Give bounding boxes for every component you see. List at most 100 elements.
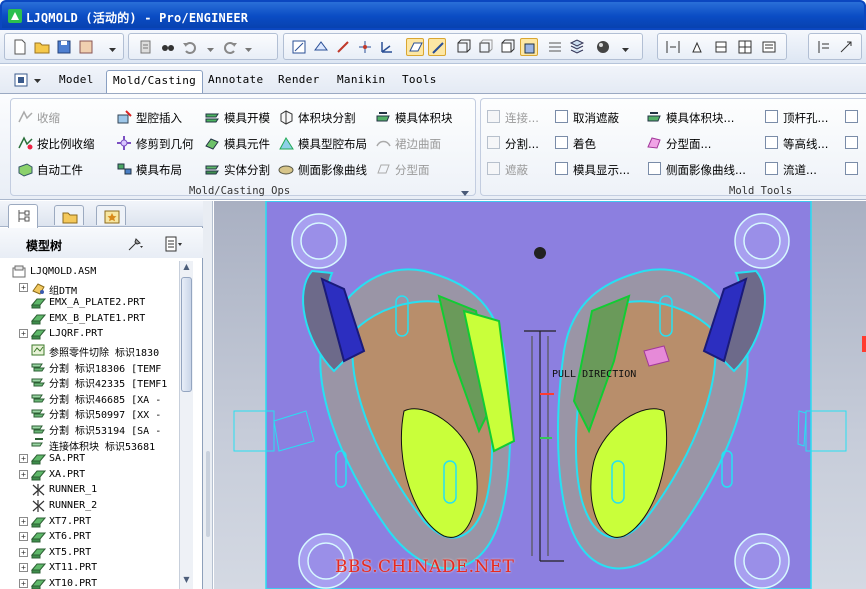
- save-icon[interactable]: [55, 38, 73, 56]
- panel-splitter[interactable]: [203, 201, 213, 589]
- mold-model-view[interactable]: [214, 201, 866, 589]
- tree-expand-icon[interactable]: +: [19, 563, 28, 573]
- tree-item[interactable]: 参照零件切除 标识1830: [0, 342, 178, 359]
- plane-display-icon[interactable]: [406, 38, 424, 56]
- no-hidden-icon[interactable]: [498, 38, 516, 56]
- runner-tool-icon: [765, 162, 778, 175]
- find-icon[interactable]: [159, 38, 177, 56]
- tree-columns-icon[interactable]: [164, 235, 182, 253]
- tab-manikin[interactable]: Manikin: [337, 73, 385, 86]
- layers-icon[interactable]: [568, 38, 586, 56]
- open-icon[interactable]: [33, 38, 51, 56]
- zoom-out-icon[interactable]: [712, 38, 730, 56]
- regenerate-icon[interactable]: [137, 38, 155, 56]
- appearance-dropdown-icon[interactable]: [622, 43, 629, 52]
- cut-feature-icon: [31, 343, 46, 357]
- zoom-in-icon[interactable]: [688, 38, 706, 56]
- point-icon[interactable]: [356, 38, 374, 56]
- graphics-viewport[interactable]: PULL DIRECTION BBS.CHINADE.NET: [214, 201, 866, 589]
- tree-item[interactable]: + SA.PRT: [0, 451, 178, 467]
- sketch-icon[interactable]: [290, 38, 308, 56]
- saved-views-icon[interactable]: [760, 38, 778, 56]
- new-icon[interactable]: [11, 38, 29, 56]
- axis-display-icon[interactable]: [428, 38, 446, 56]
- favorites-tab[interactable]: [96, 205, 126, 225]
- watermark-text: BBS.CHINADE.NET: [335, 557, 515, 577]
- quick-access-icon[interactable]: [12, 72, 44, 89]
- appearance-icon[interactable]: [594, 38, 612, 56]
- tree-item[interactable]: EMX_A_PLATE2.PRT: [0, 295, 178, 311]
- tab-tools[interactable]: Tools: [402, 73, 437, 86]
- tree-item-label: RUNNER_1: [49, 484, 98, 496]
- print-icon[interactable]: [77, 38, 95, 56]
- tree-item[interactable]: LJQMOLD.ASM: [0, 264, 178, 280]
- split-feature-icon: [31, 405, 46, 419]
- ribbon-panel: 收缩 按比例收缩 自动工件 型腔插入 修剪到几何 模具布局 模具开模 模具元件 …: [0, 94, 866, 200]
- tree-item[interactable]: RUNNER_2: [0, 498, 178, 514]
- group-icon: [31, 281, 46, 295]
- hidden-line-icon[interactable]: [476, 38, 494, 56]
- spin-center-icon[interactable]: [546, 38, 564, 56]
- tree-item[interactable]: + XA.PRT: [0, 467, 178, 483]
- tree-item[interactable]: + XT7.PRT: [0, 514, 178, 530]
- tree-item[interactable]: EMX_B_PLATE1.PRT: [0, 311, 178, 327]
- scroll-up-icon[interactable]: ▲: [181, 262, 192, 275]
- tab-mold-casting[interactable]: Mold/Casting: [106, 70, 204, 93]
- undo-icon[interactable]: [181, 38, 199, 56]
- proe-app-icon[interactable]: [7, 8, 23, 24]
- tree-item[interactable]: + XT5.PRT: [0, 545, 178, 561]
- tree-expand-icon[interactable]: +: [19, 532, 28, 542]
- ops-section-expand-icon[interactable]: [461, 187, 469, 200]
- tree-item[interactable]: 分割 标识50997 [XX -: [0, 404, 178, 421]
- tree-expand-icon[interactable]: +: [19, 469, 28, 479]
- datum-icon[interactable]: [312, 38, 330, 56]
- csys-icon[interactable]: [378, 38, 396, 56]
- scrollbar-thumb[interactable]: [181, 277, 192, 392]
- part-icon: [30, 327, 47, 341]
- tree-item[interactable]: + XT11.PRT: [0, 560, 178, 576]
- tree-item[interactable]: + 组DTM: [0, 280, 178, 297]
- shaded-icon[interactable]: [520, 38, 538, 56]
- refit-icon[interactable]: [664, 38, 682, 56]
- tree-item[interactable]: 分割 标识46685 [XA -: [0, 389, 178, 406]
- split-icon: [487, 136, 500, 149]
- chevron-down-icon[interactable]: [109, 43, 116, 52]
- scroll-down-icon[interactable]: ▼: [181, 575, 192, 588]
- model-tree[interactable]: LJQMOLD.ASM + 组DTM EMX_A_PLATE2.PRT EMX_B_PL…: [0, 261, 178, 589]
- tree-item-label: XT6.PRT: [49, 531, 92, 543]
- tab-render[interactable]: Render: [278, 73, 320, 86]
- undo-dropdown-icon[interactable]: [207, 43, 214, 52]
- part-icon: [30, 530, 47, 544]
- tab-model[interactable]: Model: [59, 73, 94, 86]
- splitter-grip[interactable]: [206, 451, 210, 537]
- tree-item[interactable]: 连接体积块 标识53681: [0, 436, 178, 453]
- tree-item[interactable]: + XT10.PRT: [0, 576, 178, 589]
- tree-item[interactable]: + LJQRF.PRT: [0, 326, 178, 342]
- model-info-icon[interactable]: [815, 38, 833, 56]
- tree-expand-icon[interactable]: +: [19, 547, 28, 557]
- assembly-icon: [12, 265, 27, 279]
- tree-expand-icon[interactable]: +: [19, 454, 28, 464]
- tree-expand-icon[interactable]: +: [19, 579, 28, 588]
- tree-settings-icon[interactable]: [126, 235, 144, 253]
- tree-expand-icon[interactable]: +: [19, 329, 28, 339]
- model-tree-scrollbar[interactable]: ▲ ▼: [179, 261, 193, 589]
- scale-shrink-icon: [18, 136, 33, 150]
- tree-item[interactable]: 分割 标识42335 [TEMF1: [0, 373, 178, 390]
- tree-item[interactable]: 分割 标识53194 [SA -: [0, 420, 178, 437]
- tree-expand-icon[interactable]: +: [19, 516, 28, 526]
- model-tree-tab[interactable]: [8, 204, 38, 228]
- tree-item[interactable]: + XT6.PRT: [0, 529, 178, 545]
- redo-icon[interactable]: [221, 38, 239, 56]
- axis-icon[interactable]: [334, 38, 352, 56]
- tree-item[interactable]: 分割 标识18306 [TEMF: [0, 358, 178, 375]
- redo-dropdown-icon[interactable]: [245, 43, 252, 52]
- wireframe-icon[interactable]: [454, 38, 472, 56]
- tree-item[interactable]: RUNNER_1: [0, 482, 178, 498]
- tab-annotate[interactable]: Annotate: [208, 73, 263, 86]
- folder-browser-tab[interactable]: [54, 205, 84, 225]
- mold-casting-ops-section: 收缩 按比例收缩 自动工件 型腔插入 修剪到几何 模具布局 模具开模 模具元件 …: [10, 98, 476, 197]
- help-icon[interactable]: [837, 38, 855, 56]
- tree-expand-icon[interactable]: +: [19, 282, 28, 292]
- view-icon[interactable]: [736, 38, 754, 56]
